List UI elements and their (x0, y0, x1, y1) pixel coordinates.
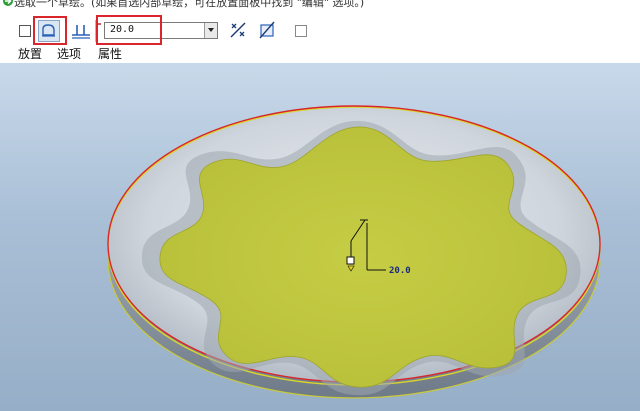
surface-mode-highlight (33, 16, 67, 45)
dimension-sketch-icon (259, 21, 275, 39)
dimension-value-label[interactable]: 20.0 (389, 266, 411, 276)
feature-dashboard: 选取一个草绘。(如果首选内部草绘，可在放置面板中找到 "编辑" 选项。) 20.… (0, 0, 640, 63)
flip-direction-button[interactable] (228, 20, 248, 40)
sketch-surface (159, 126, 567, 388)
solid-checkbox-icon[interactable] (19, 25, 31, 37)
graphics-viewport[interactable]: 20.0 (0, 63, 640, 411)
prompt-text: 选取一个草绘。(如果首选内部草绘，可在放置面板中找到 "编辑" 选项。) (14, 0, 365, 9)
flip-direction-icon (230, 22, 246, 38)
combo-dropdown-button[interactable] (204, 23, 217, 38)
tab-properties[interactable]: 属性 (98, 45, 122, 62)
green-arrow-icon (3, 0, 13, 6)
remove-material-icon[interactable] (295, 25, 307, 37)
tab-placement[interactable]: 放置 (18, 45, 42, 62)
chevron-down-icon (208, 28, 214, 32)
thicken-button[interactable] (70, 21, 92, 41)
value-field-highlight (96, 15, 162, 45)
thicken-icon (72, 25, 90, 39)
tab-options[interactable]: 选项 (57, 45, 81, 62)
model-view[interactable]: 20.0 (0, 63, 640, 411)
dimension-sketch-button[interactable] (257, 20, 277, 40)
message-prompt: 选取一个草绘。(如果首选内部草绘，可在放置面板中找到 "编辑" 选项。) (0, 0, 640, 9)
